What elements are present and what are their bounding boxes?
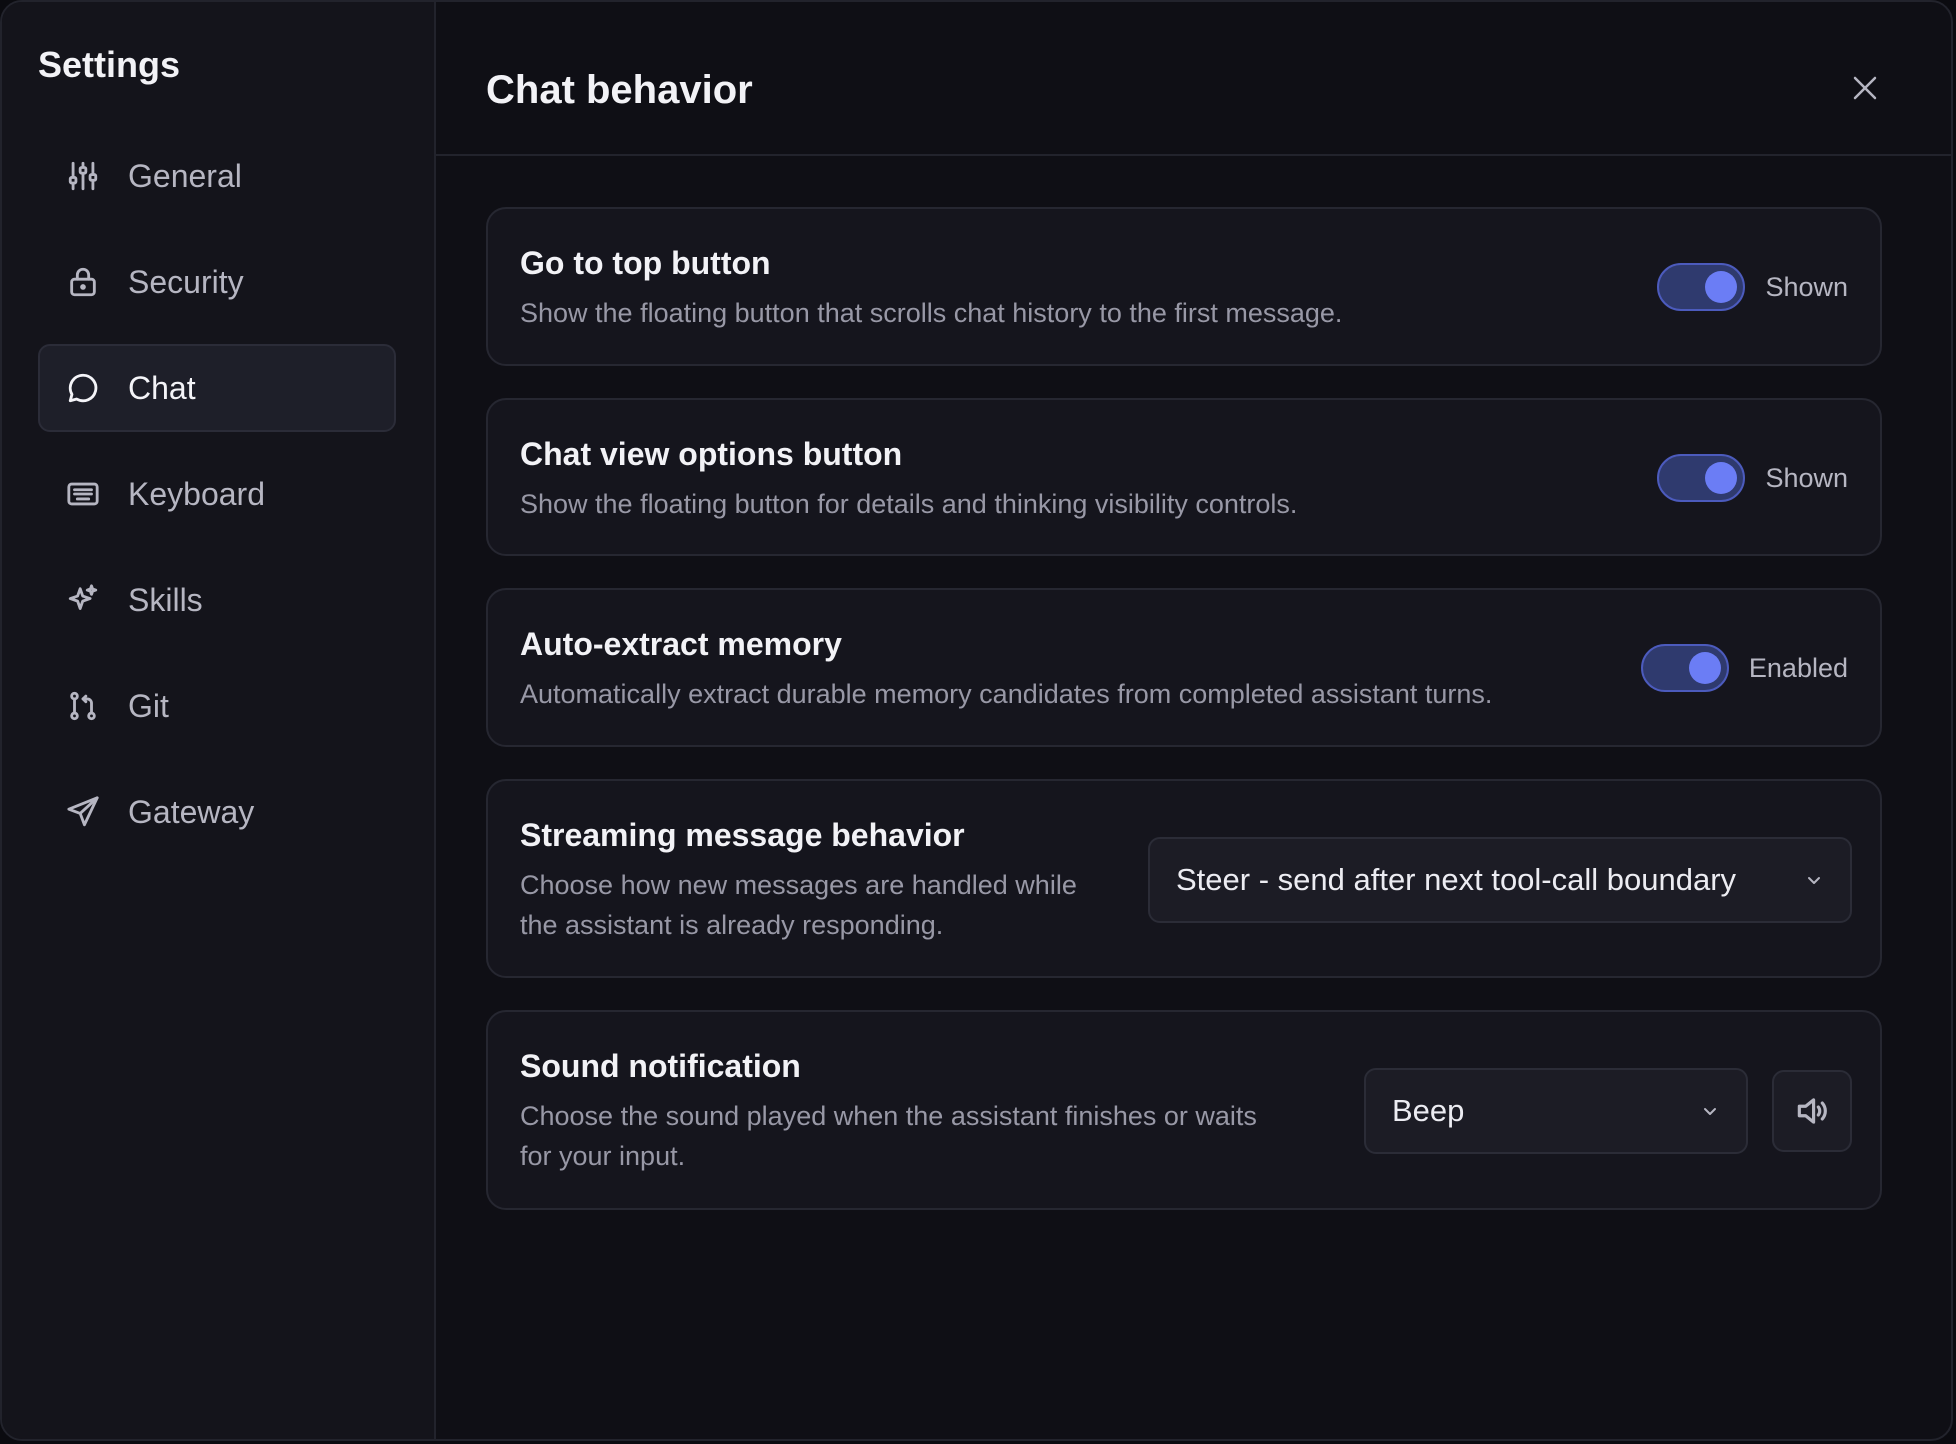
close-button[interactable]: [1845, 68, 1885, 108]
select-value: Steer - send after next tool-call bounda…: [1176, 862, 1737, 897]
setting-description-line: Choose the sound played when the assista…: [520, 1101, 1257, 1131]
select-value: Beep: [1392, 1093, 1465, 1128]
settings-window: Settings General Security Chat Keyboard …: [0, 0, 1953, 1441]
sidebar-item-git[interactable]: Git: [38, 662, 396, 750]
setting-description-line: for your input.: [520, 1141, 686, 1171]
sidebar-item-label: Skills: [128, 581, 203, 618]
view-options-toggle-group: Shown: [1657, 454, 1848, 502]
go-to-top-toggle-group: Shown: [1657, 263, 1848, 311]
go-to-top-toggle[interactable]: [1657, 263, 1746, 311]
preview-sound-button[interactable]: [1772, 1070, 1852, 1152]
sidebar-item-keyboard[interactable]: Keyboard: [38, 450, 396, 538]
sparkle-icon: [66, 583, 100, 617]
sidebar-title: Settings: [38, 44, 181, 85]
view-options-toggle[interactable]: [1657, 454, 1746, 502]
sidebar-item-general[interactable]: General: [38, 132, 396, 220]
sliders-icon: [66, 159, 100, 193]
setting-description: Show the floating button that scrolls ch…: [520, 298, 1343, 328]
sidebar-item-label: Security: [128, 263, 244, 300]
git-branch-icon: [66, 689, 100, 723]
page-title: Chat behavior: [486, 68, 753, 112]
streaming-behavior-select[interactable]: Steer - send after next tool-call bounda…: [1148, 837, 1852, 923]
sidebar-item-skills[interactable]: Skills: [38, 556, 396, 644]
setting-title: Streaming message behavior: [520, 817, 965, 853]
toggle-state-label: Enabled: [1748, 652, 1848, 683]
toggle-knob: [1688, 652, 1721, 684]
close-icon: [1853, 76, 1877, 100]
setting-description-line: Choose how new messages are handled whil…: [520, 870, 1077, 900]
setting-description: Automatically extract durable memory can…: [520, 679, 1493, 709]
setting-title: Sound notification: [520, 1048, 801, 1084]
send-icon: [66, 795, 100, 829]
sidebar-item-label: Gateway: [128, 793, 255, 830]
settings-sidebar: Settings General Security Chat Keyboard …: [2, 2, 436, 1439]
setting-description: Show the floating button for details and…: [520, 489, 1298, 519]
auto-extract-toggle-group: Enabled: [1640, 644, 1848, 692]
speaker-icon: [1797, 1098, 1827, 1124]
auto-extract-toggle[interactable]: [1640, 644, 1729, 692]
sound-notification-setting: Sound notification Choose the sound play…: [486, 1010, 1882, 1210]
sidebar-nav: General Security Chat Keyboard Skills Gi…: [38, 132, 396, 874]
setting-title: Go to top button: [520, 245, 771, 281]
chat-bubble-icon: [66, 371, 100, 405]
chevron-down-icon: [1704, 1108, 1716, 1115]
view-options-setting: Chat view options button Show the floati…: [486, 398, 1882, 556]
sound-select[interactable]: Beep: [1364, 1068, 1748, 1154]
lock-icon: [66, 265, 100, 299]
sidebar-item-label: Git: [128, 687, 169, 724]
toggle-state-label: Shown: [1765, 271, 1848, 302]
sidebar-item-chat[interactable]: Chat: [38, 344, 396, 432]
sidebar-item-label: Keyboard: [128, 475, 265, 512]
sidebar-item-label: Chat: [128, 369, 196, 406]
chevron-down-icon: [1808, 877, 1820, 884]
keyboard-icon: [66, 477, 100, 511]
setting-title: Auto-extract memory: [520, 626, 842, 662]
streaming-behavior-setting: Streaming message behavior Choose how ne…: [486, 779, 1882, 978]
content-header: Chat behavior: [436, 2, 1951, 156]
setting-description-line: the assistant is already responding.: [520, 910, 944, 940]
settings-content: Chat behavior Go to top button Show the …: [436, 2, 1951, 1439]
sidebar-item-gateway[interactable]: Gateway: [38, 768, 396, 856]
sidebar-item-label: General: [128, 157, 242, 194]
auto-extract-memory-setting: Auto-extract memory Automatically extrac…: [486, 588, 1882, 747]
toggle-knob: [1705, 271, 1738, 303]
go-to-top-setting: Go to top button Show the floating butto…: [486, 207, 1882, 366]
toggle-state-label: Shown: [1765, 462, 1848, 493]
sidebar-item-security[interactable]: Security: [38, 238, 396, 326]
toggle-knob: [1705, 462, 1738, 494]
setting-title: Chat view options button: [520, 436, 903, 472]
